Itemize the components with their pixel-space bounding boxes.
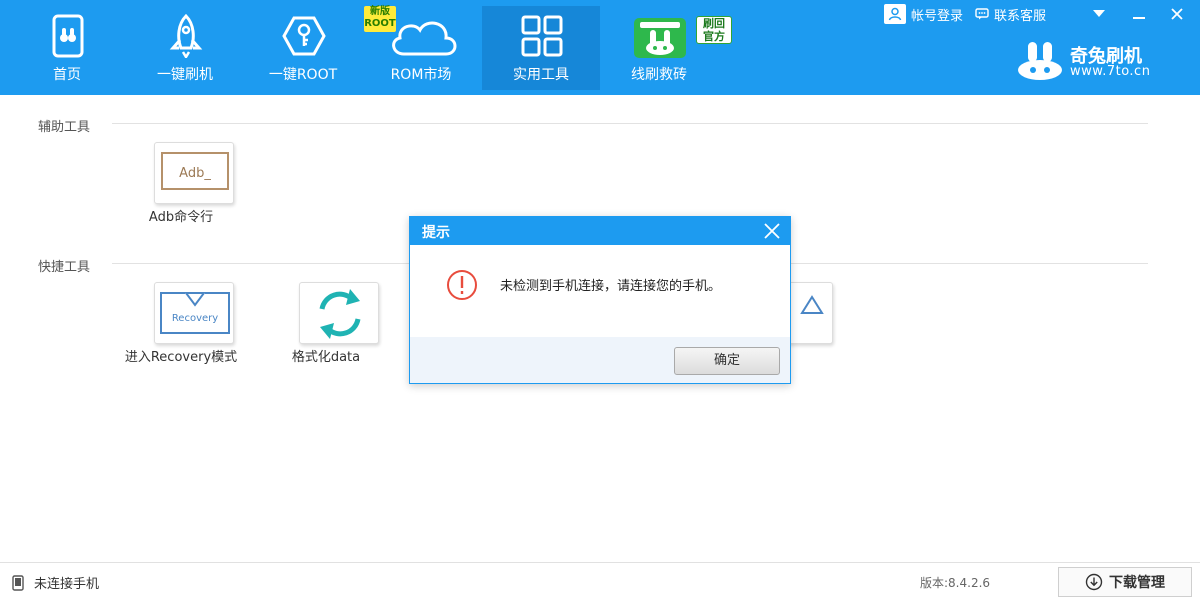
ok-button[interactable]: 确定: [674, 347, 780, 375]
adb-icon-text: Adb_: [179, 166, 211, 181]
close-icon: [1171, 8, 1183, 20]
dialog-body: 未检测到手机连接，请连接您的手机。: [410, 245, 790, 337]
grid-icon: [521, 15, 563, 57]
adb-terminal-icon: Adb_: [161, 152, 229, 190]
rocket-icon: [169, 14, 203, 58]
nav-one-click-flash[interactable]: 一键刷机: [126, 6, 244, 90]
warning-icon: [447, 270, 477, 300]
phone-icon: [12, 574, 24, 591]
nav-label: 实用工具: [513, 67, 569, 83]
nav-label: 一键ROOT: [268, 67, 338, 83]
minimize-button[interactable]: [1122, 2, 1156, 26]
key-hexagon-icon: [282, 16, 326, 56]
download-manager-button[interactable]: 下载管理: [1058, 567, 1192, 597]
tool-card: [299, 282, 379, 344]
chevron-down-icon: [1093, 10, 1105, 17]
brand-url: www.7to.cn: [1070, 64, 1151, 79]
section-title-quick: 快捷工具: [38, 260, 91, 275]
dialog-title: 提示: [422, 225, 450, 241]
nav-home[interactable]: 首页: [8, 6, 126, 90]
connection-status-text: 未连接手机: [34, 577, 100, 592]
nav-label: 线刷救砖: [631, 67, 687, 83]
chat-icon: [975, 8, 989, 20]
download-manager-label: 下载管理: [1109, 575, 1165, 591]
contact-support-link[interactable]: 联系客服: [969, 2, 1052, 26]
alert-dialog: 提示 未检测到手机连接，请连接您的手机。 确定: [409, 216, 791, 384]
dialog-footer: 确定: [410, 337, 790, 383]
top-bar: 首页 一键刷机 一键ROOT 新版 ROOT ROM市场 实用工具 刷回 官方 …: [0, 0, 1200, 95]
brand-logo: 奇兔刷机 www.7to.cn: [1016, 42, 1186, 82]
tool-format-data[interactable]: 格式化data: [266, 282, 386, 382]
tool-card: Adb_: [154, 142, 234, 204]
refresh-cycle-icon: [319, 289, 361, 339]
top-links: 帐号登录 联系客服: [878, 2, 1052, 26]
green-rabbit-icon: [634, 18, 686, 58]
nav-label: ROM市场: [390, 67, 452, 83]
nav-utilities[interactable]: 实用工具: [482, 6, 600, 90]
close-window-button[interactable]: [1160, 2, 1194, 26]
account-login-link[interactable]: 帐号登录: [878, 2, 969, 26]
tool-adb-command[interactable]: Adb_ Adb命令行: [121, 142, 241, 242]
nav-line-flash-rescue[interactable]: 刷回 官方 线刷救砖: [600, 6, 732, 90]
nav-label: 一键刷机: [157, 67, 213, 83]
menu-dropdown-button[interactable]: [1082, 2, 1116, 26]
user-icon: [884, 4, 906, 24]
tool-enter-recovery[interactable]: Recovery 进入Recovery模式: [121, 282, 241, 382]
tool-label: 进入Recovery模式: [124, 350, 238, 365]
section-divider: [112, 123, 1148, 124]
new-version-badge: 新版 ROOT: [364, 6, 396, 32]
dialog-close-button[interactable]: [760, 219, 784, 243]
connection-status: 未连接手机: [12, 573, 99, 592]
close-icon: [764, 223, 780, 239]
contact-support-label: 联系客服: [994, 8, 1047, 24]
recovery-icon: Recovery: [160, 292, 230, 334]
account-login-label: 帐号登录: [911, 8, 964, 24]
cloud-icon: [392, 21, 457, 56]
nav-one-click-root[interactable]: 一键ROOT: [244, 6, 362, 90]
nav-label: 首页: [53, 67, 81, 83]
minimize-icon: [1133, 17, 1145, 19]
recovery-icon-text: Recovery: [172, 313, 218, 324]
tool-label: Adb命令行: [148, 210, 214, 225]
version-text: 版本:8.4.2.6: [920, 576, 991, 590]
back-to-official-badge: 刷回 官方: [696, 16, 732, 44]
download-icon: [1085, 573, 1103, 591]
phone-rabbit-icon: [52, 14, 84, 58]
section-title-aux: 辅助工具: [38, 120, 91, 135]
nav-rom-market[interactable]: 新版 ROOT ROM市场: [362, 6, 480, 90]
tool-label: 格式化data: [291, 350, 361, 365]
status-bar: 未连接手机 版本:8.4.2.6 下载管理: [0, 562, 1200, 600]
dialog-header: 提示: [410, 217, 790, 245]
dialog-message: 未检测到手机连接，请连接您的手机。: [500, 279, 722, 294]
tool-card: Recovery: [154, 282, 234, 344]
rabbit-logo-icon: [1018, 42, 1062, 80]
